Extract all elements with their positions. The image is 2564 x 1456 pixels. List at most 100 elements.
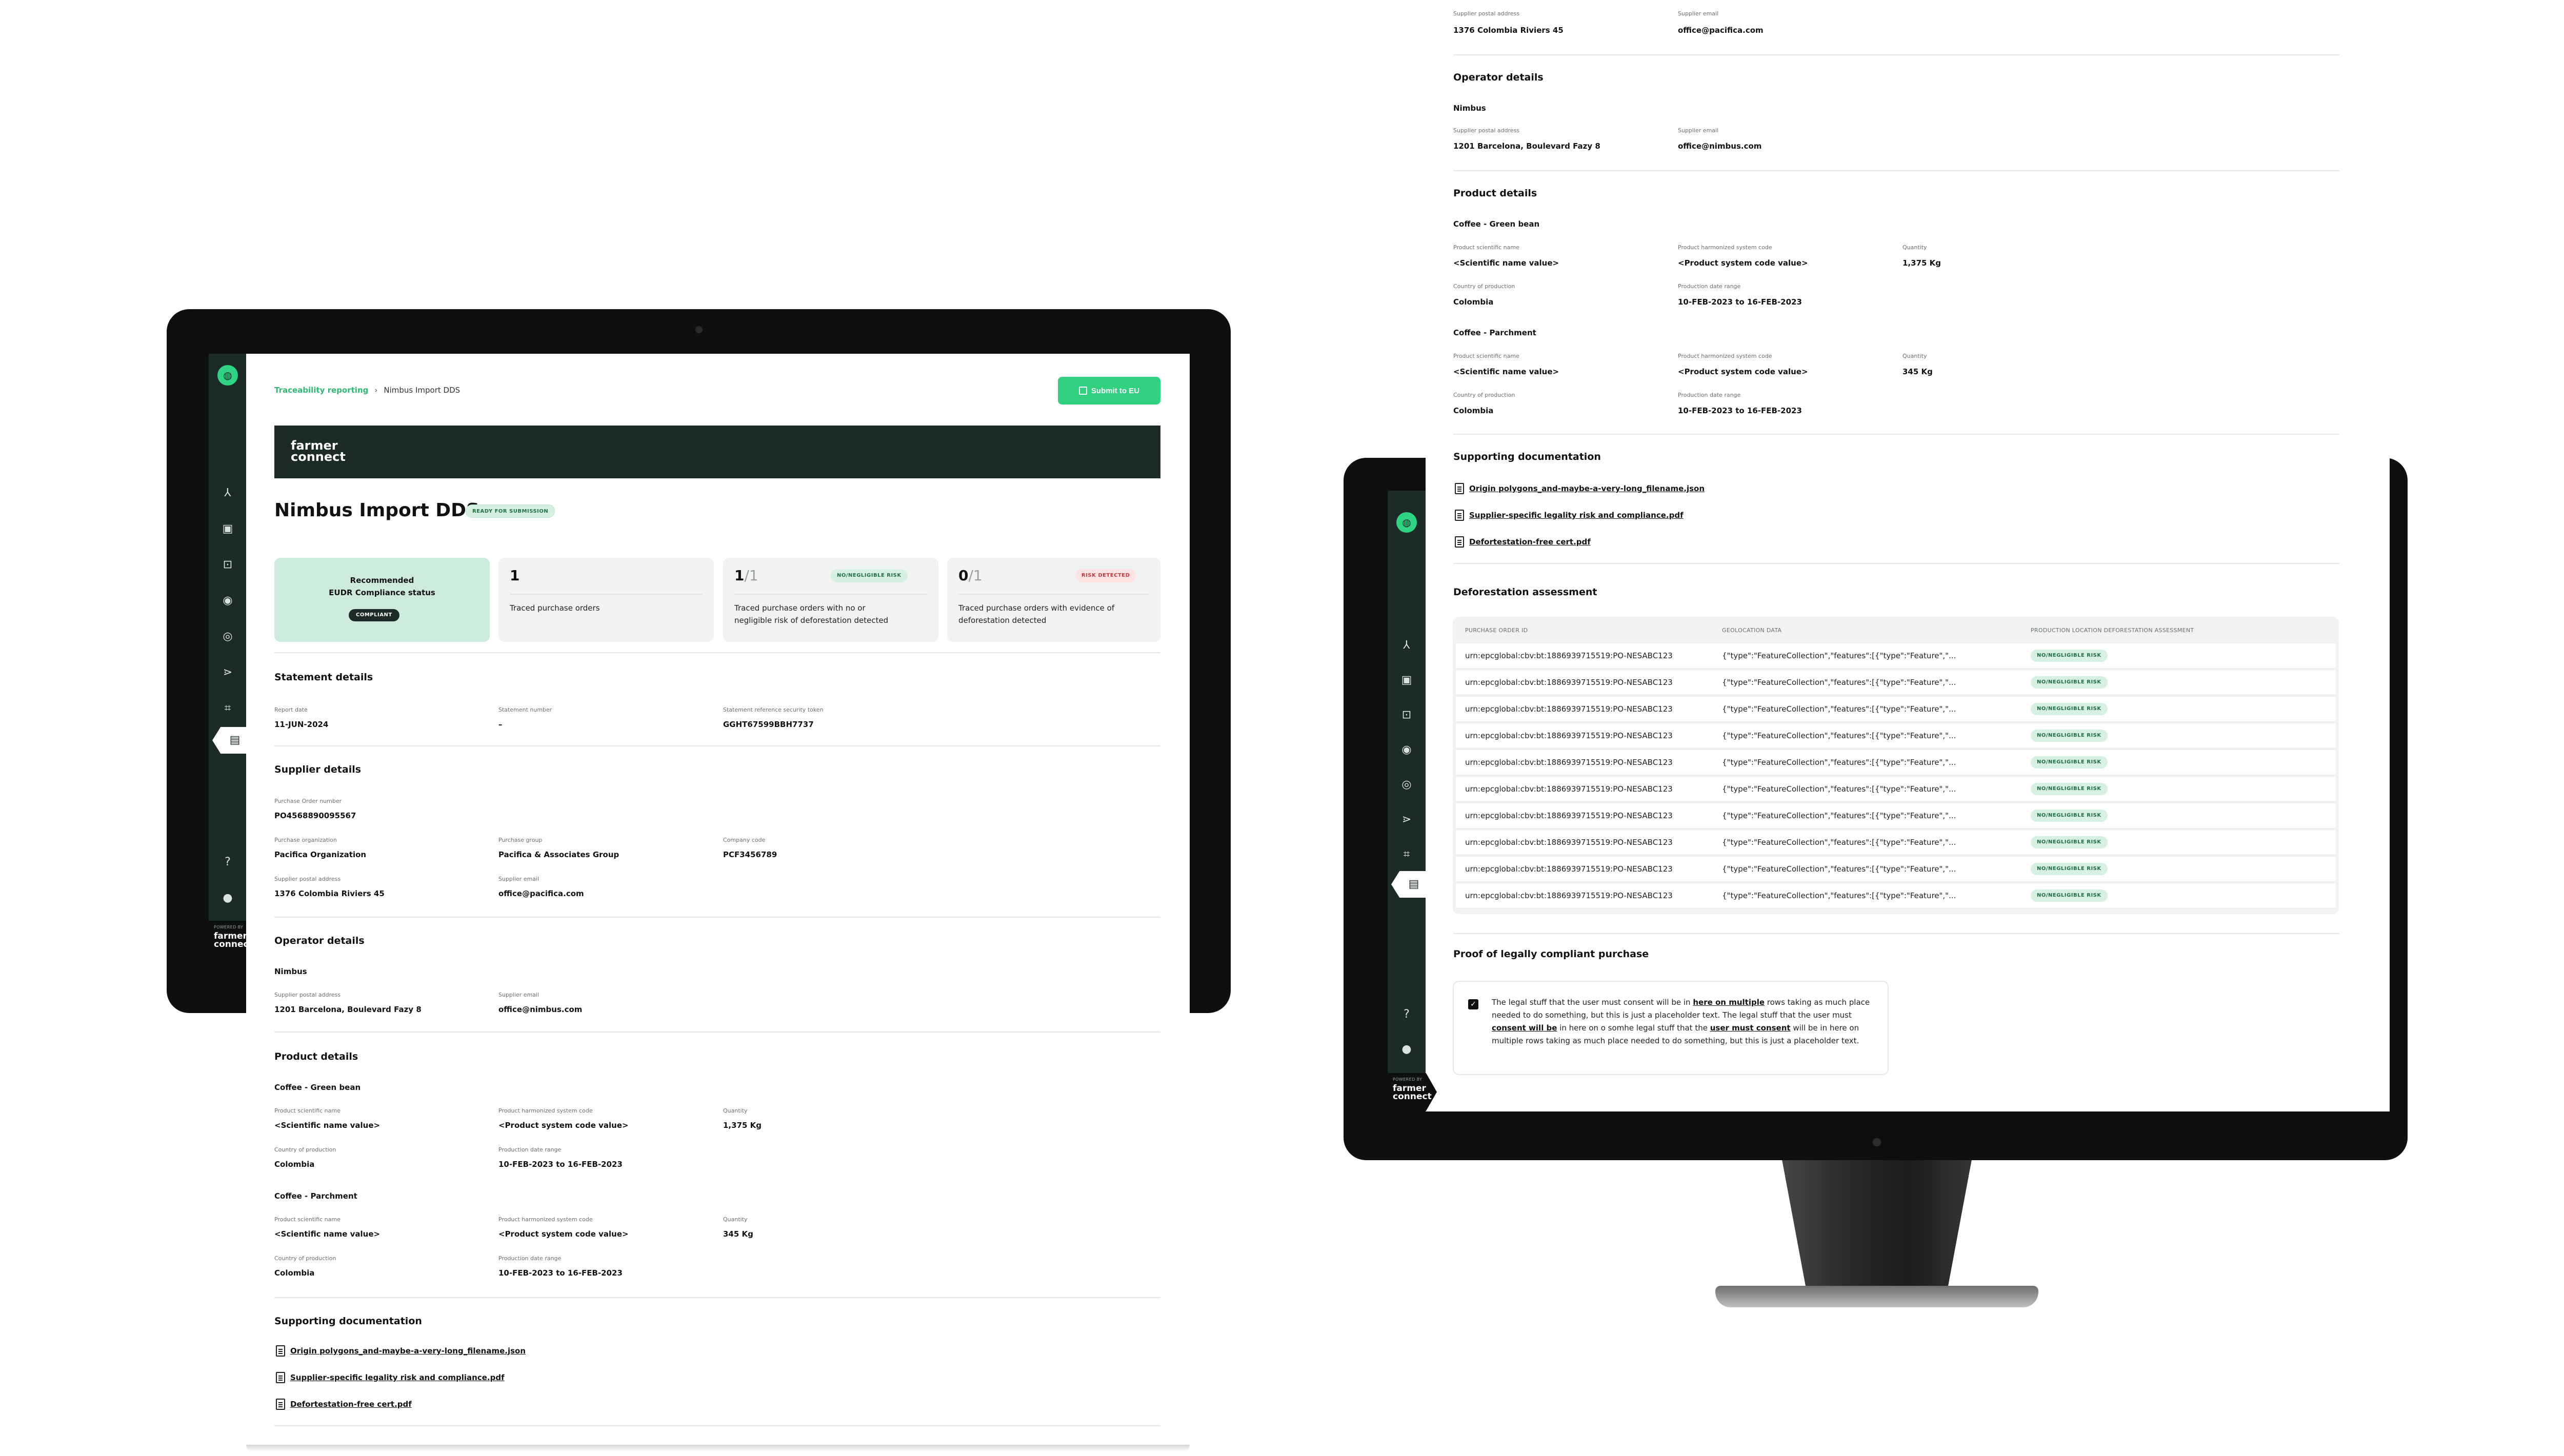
inbox-icon[interactable]: ⊡ <box>221 558 235 572</box>
submit-to-eu-button[interactable]: Submit to EU <box>1058 377 1160 405</box>
folder-icon[interactable]: ▣ <box>1399 673 1414 687</box>
table-row[interactable]: urn:epcglobal:cbv:bt:1886939715519:PO-NE… <box>1456 643 2336 669</box>
report-icon: ▤ <box>1408 878 1419 891</box>
location-pin-icon[interactable]: ◉ <box>1399 743 1414 757</box>
sidebar-item-active[interactable]: ▤ <box>1391 871 1429 898</box>
range-value: 10-FEB-2023 to 16-FEB-2023 <box>498 1160 623 1169</box>
po-id-cell: urn:epcglobal:cbv:bt:1886939715519:PO-NE… <box>1465 704 1673 714</box>
doc-link[interactable]: Defortestation-free cert.pdf <box>276 1399 412 1410</box>
table-row[interactable]: urn:epcglobal:cbv:bt:1886939715519:PO-NE… <box>1456 883 2336 909</box>
app-logo-icon[interactable]: ◍ <box>1396 512 1417 533</box>
file-icon <box>276 1399 285 1410</box>
app-logo-icon[interactable]: ◍ <box>217 365 238 386</box>
table-row[interactable]: urn:epcglobal:cbv:bt:1886939715519:PO-NE… <box>1456 857 2336 882</box>
company-code-label: Company code <box>723 837 766 843</box>
products-title: Product details <box>1453 188 1537 199</box>
consent-checkbox[interactable]: ✓ <box>1468 999 1478 1009</box>
help-icon[interactable]: ? <box>1399 1007 1414 1022</box>
operator-title: Operator details <box>274 935 365 946</box>
table-row[interactable]: urn:epcglobal:cbv:bt:1886939715519:PO-NE… <box>1456 830 2336 856</box>
help-icon[interactable]: ? <box>221 855 235 869</box>
powered-by-label: POWERED BY <box>214 925 244 929</box>
page-shadow <box>246 1445 1190 1452</box>
qty-value: 1,375 Kg <box>1902 258 1941 268</box>
table-row[interactable]: urn:epcglobal:cbv:bt:1886939715519:PO-NE… <box>1456 777 2336 802</box>
hierarchy-icon[interactable]: ⅄ <box>221 486 235 500</box>
operator-address-label: Supplier postal address <box>274 992 341 998</box>
country-label: Country of production <box>274 1255 336 1262</box>
scan-icon[interactable]: ⌗ <box>221 701 235 716</box>
po-label: Purchase Order number <box>274 798 342 804</box>
po-id-cell: urn:epcglobal:cbv:bt:1886939715519:PO-NE… <box>1465 784 1673 794</box>
consent-box: ✓ The legal stuff that the user must con… <box>1453 981 1889 1075</box>
location-pin-icon[interactable]: ◉ <box>221 594 235 608</box>
traced-label: Traced purchase orders <box>510 603 600 613</box>
range-value: 10-FEB-2023 to 16-FEB-2023 <box>1678 406 1802 415</box>
location-pin-icon[interactable]: ◎ <box>1399 778 1414 792</box>
share-icon[interactable]: ⋗ <box>1399 813 1414 827</box>
risk-count: 0/1 <box>958 567 983 584</box>
risk-badge: NO/NEGLIGIBLE RISK <box>2031 889 2108 902</box>
operator-name: Nimbus <box>274 967 307 976</box>
divider <box>1453 434 2339 435</box>
profile-icon[interactable]: ● <box>221 891 235 905</box>
qty-value: 1,375 Kg <box>723 1121 762 1130</box>
doc-link[interactable]: Origin polygons_and-maybe-a-very-long_fi… <box>276 1345 526 1357</box>
consent-link[interactable]: consent will be <box>1492 1023 1557 1033</box>
divider <box>1453 54 2339 55</box>
file-icon <box>276 1345 285 1357</box>
country-value: Colombia <box>1453 406 1494 415</box>
sidebar-item-active[interactable]: ▤ <box>212 727 250 754</box>
operator-email-value: office@nimbus.com <box>498 1005 583 1014</box>
sci-label: Product scientific name <box>1453 244 1519 251</box>
sci-value: <Scientific name value> <box>1453 258 1559 268</box>
geolocation-cell: {"type":"FeatureCollection","features":[… <box>1722 838 1956 847</box>
risk-badge: NO/NEGLIGIBLE RISK <box>2031 703 2108 715</box>
hierarchy-icon[interactable]: ⅄ <box>1399 638 1414 653</box>
doc-link[interactable]: Defortestation-free cert.pdf <box>1455 536 1591 548</box>
doc-link[interactable]: Origin polygons_and-maybe-a-very-long_fi… <box>1455 483 1705 494</box>
supplier-email-value: office@pacifica.com <box>498 889 584 898</box>
security-token-value: GGHT67599BBH7737 <box>723 720 814 729</box>
brand-banner: farmer connect <box>274 426 1160 478</box>
profile-icon[interactable]: ● <box>1399 1042 1414 1057</box>
hs-label: Product harmonized system code <box>498 1107 593 1114</box>
security-token-label: Statement reference security token <box>723 706 824 713</box>
consent-link[interactable]: here on multiple <box>1693 998 1765 1007</box>
consent-link[interactable]: user must consent <box>1710 1023 1791 1033</box>
doc-link[interactable]: Supplier-specific legality risk and comp… <box>276 1372 505 1383</box>
table-row[interactable]: urn:epcglobal:cbv:bt:1886939715519:PO-NE… <box>1456 697 2336 722</box>
table-row[interactable]: urn:epcglobal:cbv:bt:1886939715519:PO-NE… <box>1456 670 2336 696</box>
risk-badge: NO/NEGLIGIBLE RISK <box>2031 676 2108 689</box>
share-icon[interactable]: ⋗ <box>221 665 235 680</box>
geolocation-cell: {"type":"FeatureCollection","features":[… <box>1722 864 1956 874</box>
inbox-icon[interactable]: ⊡ <box>1399 708 1414 722</box>
country-value: Colombia <box>274 1160 315 1169</box>
hs-value: <Product system code value> <box>1678 367 1808 376</box>
sidebar-left: ◍ ⅄ ▣ ⊡ ◉ ◎ ⋗ ⌗ ▤ ? ● POWERED BY farmer c… <box>209 354 258 959</box>
negligible-label: Traced purchase orders with no or negligi… <box>734 603 889 625</box>
risk-badge: NO/NEGLIGIBLE RISK <box>2031 863 2108 875</box>
po-id-cell: urn:epcglobal:cbv:bt:1886939715519:PO-NE… <box>1465 651 1673 660</box>
location-pin-icon[interactable]: ◎ <box>221 630 235 644</box>
assessment-table: PURCHASE ORDER ID GEOLOCATION DATA PRODU… <box>1453 617 2339 914</box>
risk-card: 0/1 RISK DETECTED Traced purchase orders… <box>947 558 1160 642</box>
risk-badge: NO/NEGLIGIBLE RISK <box>2031 650 2108 662</box>
po-id-cell: urn:epcglobal:cbv:bt:1886939715519:PO-NE… <box>1465 758 1673 767</box>
divider <box>1453 933 2339 934</box>
folder-icon[interactable]: ▣ <box>221 522 235 536</box>
table-row[interactable]: urn:epcglobal:cbv:bt:1886939715519:PO-NE… <box>1456 750 2336 776</box>
breadcrumb-link[interactable]: Traceability reporting <box>274 386 368 395</box>
risk-badge: NO/NEGLIGIBLE RISK <box>2031 783 2108 795</box>
compliance-card: Recommended EUDR Compliance status COMPLI… <box>274 558 490 642</box>
page-title: Nimbus Import DDS <box>274 500 479 521</box>
sci-label: Product scientific name <box>274 1107 340 1114</box>
qty-label: Quantity <box>1902 244 1927 251</box>
table-row[interactable]: urn:epcglobal:cbv:bt:1886939715519:PO-NE… <box>1456 723 2336 749</box>
table-row[interactable]: urn:epcglobal:cbv:bt:1886939715519:PO-NE… <box>1456 803 2336 829</box>
docs-title: Supporting documentation <box>1453 451 1601 462</box>
doc-link[interactable]: Supplier-specific legality risk and comp… <box>1455 510 1684 521</box>
qty-label: Quantity <box>723 1107 748 1114</box>
scan-icon[interactable]: ⌗ <box>1399 847 1414 862</box>
country-value: Colombia <box>274 1268 315 1278</box>
